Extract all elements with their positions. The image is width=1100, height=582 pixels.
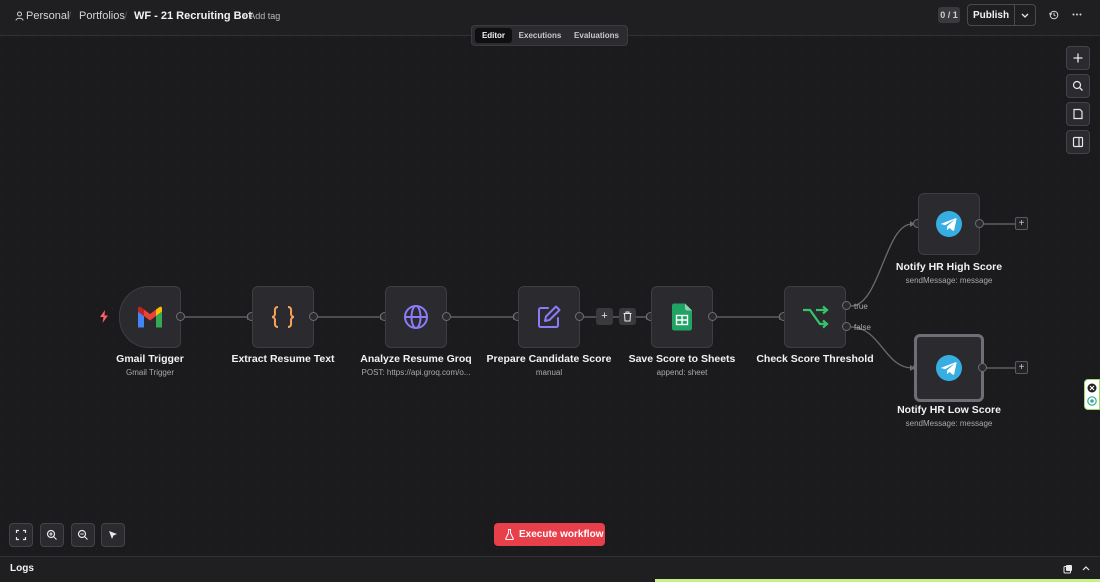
zoom-out-button[interactable] xyxy=(71,523,95,547)
output-port[interactable] xyxy=(442,312,451,321)
branch-label-false: false xyxy=(854,323,871,332)
node-gmail-trigger[interactable] xyxy=(119,286,181,348)
node-notify-hr-low-score[interactable] xyxy=(914,334,984,402)
chevron-down-icon xyxy=(1021,13,1029,18)
node-prepare-candidate-score[interactable] xyxy=(518,286,580,348)
zoom-in-icon xyxy=(46,529,57,540)
logs-label: Logs xyxy=(10,563,34,574)
node-title: Check Score Threshold xyxy=(756,353,874,365)
node-subtitle: Gmail Trigger xyxy=(125,368,174,377)
output-port[interactable] xyxy=(978,363,987,372)
branch-label-true: true xyxy=(854,302,868,311)
toggle-panel-button[interactable] xyxy=(1066,130,1090,154)
publish-dropdown-button[interactable] xyxy=(1015,4,1036,26)
fit-view-button[interactable] xyxy=(9,523,33,547)
fit-view-icon xyxy=(15,529,27,541)
add-node-panel-button[interactable] xyxy=(1066,46,1090,70)
workflow-canvas[interactable]: Gmail Trigger Gmail Trigger Extract Resu… xyxy=(0,36,1100,556)
node-extract-resume-text[interactable] xyxy=(252,286,314,348)
sticky-note-button[interactable] xyxy=(1066,102,1090,126)
output-port-false[interactable] xyxy=(842,322,851,331)
extension-logo-icon[interactable] xyxy=(1087,396,1097,406)
node-analyze-resume-groq[interactable] xyxy=(385,286,447,348)
node-subtitle: sendMessage: message xyxy=(905,276,993,285)
output-port[interactable] xyxy=(708,312,717,321)
breadcrumb-separator: / xyxy=(68,9,72,23)
pencil-square-icon xyxy=(538,305,561,328)
search-icon xyxy=(1072,80,1083,91)
browser-extension-widget[interactable] xyxy=(1084,379,1100,410)
flask-icon xyxy=(505,529,514,540)
node-subtitle: append: sheet xyxy=(656,368,708,377)
more-options-icon[interactable] xyxy=(1072,13,1082,16)
active-counter-badge: 0 / 1 xyxy=(938,7,960,23)
close-icon[interactable] xyxy=(1087,383,1097,393)
connection-delete-button[interactable] xyxy=(619,308,636,325)
google-sheets-icon xyxy=(672,303,692,331)
node-notify-hr-high-score[interactable] xyxy=(918,193,980,255)
connection-add-button[interactable]: + xyxy=(596,308,613,325)
execute-workflow-label: Execute workflow xyxy=(519,529,604,540)
breadcrumb-folder[interactable]: Portfolios xyxy=(79,10,125,22)
output-port[interactable] xyxy=(176,312,185,321)
side-panel-icon xyxy=(1072,136,1084,148)
tab-executions[interactable]: Executions xyxy=(515,28,565,43)
trash-icon xyxy=(623,311,632,322)
node-subtitle: sendMessage: message xyxy=(905,419,993,428)
view-tabs: Editor Executions Evaluations xyxy=(471,25,628,46)
node-save-score-to-sheets[interactable] xyxy=(651,286,713,348)
add-node-button[interactable]: + xyxy=(1015,217,1028,230)
output-port-true[interactable] xyxy=(842,301,851,310)
cursor-icon xyxy=(109,531,117,539)
sticky-note-icon xyxy=(1073,108,1083,120)
plus-icon xyxy=(1073,53,1083,63)
chevron-up-icon[interactable] xyxy=(1082,566,1090,571)
add-node-button[interactable]: + xyxy=(1015,361,1028,374)
globe-icon xyxy=(404,305,428,329)
workflow-name[interactable]: WF - 21 Recruiting Bot xyxy=(134,10,252,22)
output-port[interactable] xyxy=(975,219,984,228)
breadcrumb-separator: / xyxy=(124,9,128,23)
breadcrumb-personal[interactable]: Personal xyxy=(26,10,69,22)
node-title: Notify HR High Score xyxy=(895,261,1003,273)
node-check-score-threshold[interactable] xyxy=(784,286,846,348)
branch-arrows-icon xyxy=(803,305,829,329)
curly-braces-icon xyxy=(271,306,295,328)
tab-evaluations[interactable]: Evaluations xyxy=(569,28,624,43)
trigger-bolt-icon xyxy=(100,310,108,323)
output-port[interactable] xyxy=(575,312,584,321)
add-tag-button[interactable]: + Add tag xyxy=(242,11,280,21)
telegram-icon xyxy=(936,355,962,381)
zoom-in-button[interactable] xyxy=(40,523,64,547)
logs-panel-icon[interactable] xyxy=(1063,564,1073,574)
tab-editor[interactable]: Editor xyxy=(475,28,512,43)
search-nodes-button[interactable] xyxy=(1066,74,1090,98)
execute-workflow-button[interactable]: Execute workflow xyxy=(494,523,605,546)
history-icon[interactable] xyxy=(1049,10,1059,20)
gmail-icon xyxy=(138,306,162,328)
publish-button[interactable]: Publish xyxy=(967,4,1015,26)
telegram-icon xyxy=(936,211,962,237)
node-title: Notify HR Low Score xyxy=(897,404,1001,416)
user-icon xyxy=(15,11,24,21)
pointer-mode-button[interactable] xyxy=(101,523,125,547)
output-port[interactable] xyxy=(309,312,318,321)
zoom-out-icon xyxy=(77,529,88,540)
